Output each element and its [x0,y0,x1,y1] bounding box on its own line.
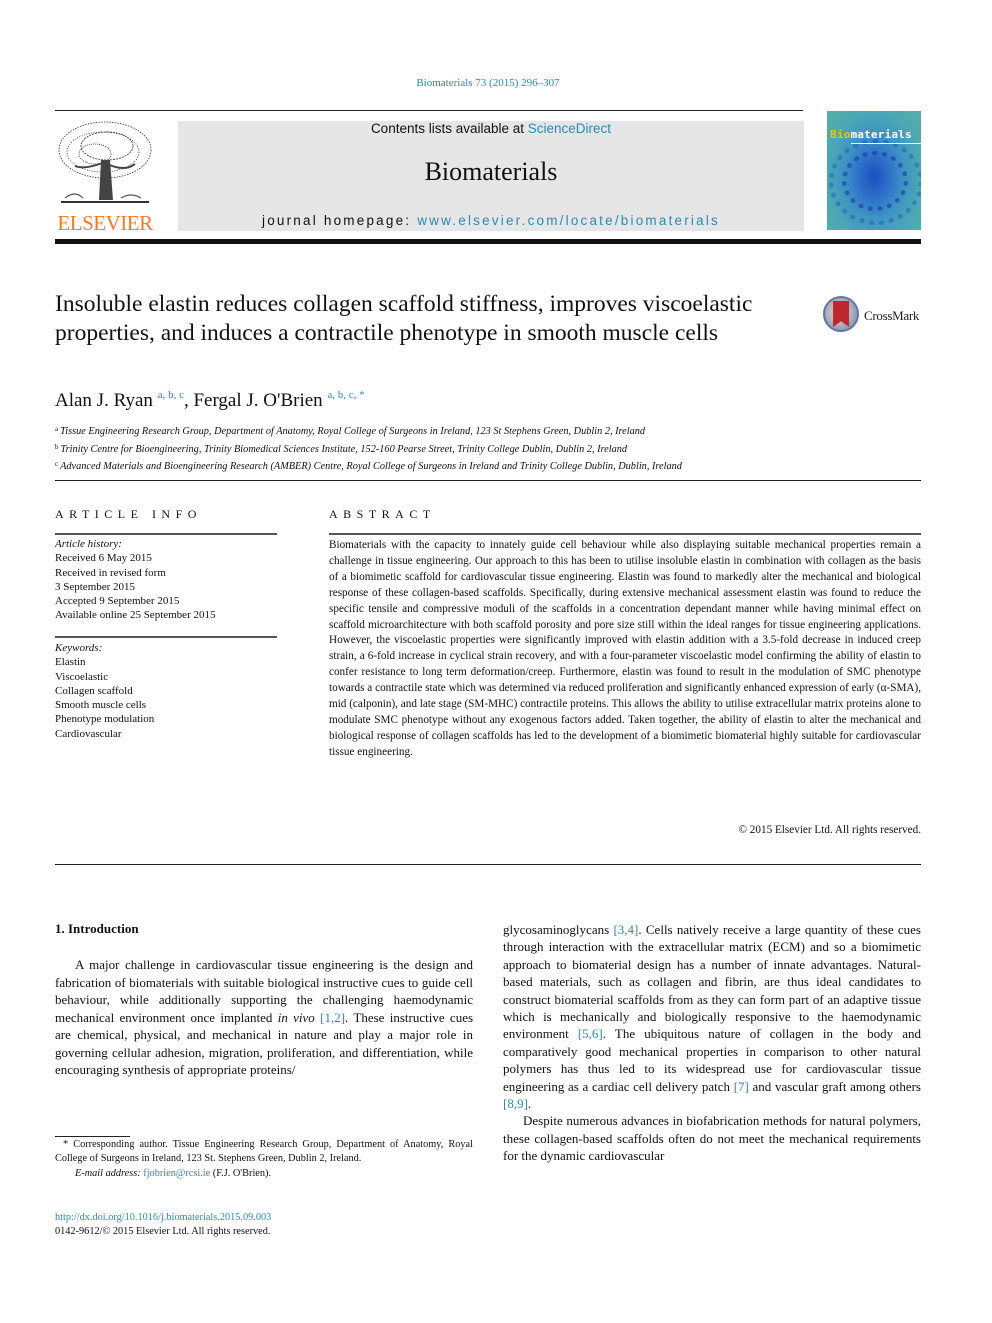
history-item: Accepted 9 September 2015 [55,595,180,608]
journal-banner: Contents lists available at ScienceDirec… [178,121,804,231]
issn-copyright: 0142-9612/© 2015 Elsevier Ltd. All right… [55,1226,271,1238]
author-list: Alan J. Ryan a, b, c, Fergal J. O'Brien … [55,389,365,412]
reference-link[interactable]: [7] [734,1079,749,1094]
affiliation-text: Advanced Materials and Bioengineering Re… [60,461,682,473]
abstract-text: Biomaterials with the capacity to innate… [329,539,921,758]
history-label: Article history: [55,538,122,550]
sciencedirect-link[interactable]: ScienceDirect [528,121,611,136]
keywords: Keywords: Elastin Viscoelastic Collagen … [55,641,277,741]
keyword-item: Cardiovascular [55,727,122,740]
article-title: Insoluble elastin reduces collagen scaff… [55,291,753,346]
abstract-copyright: © 2015 Elsevier Ltd. All rights reserved… [738,824,922,836]
author-name[interactable]: Fergal J. O'Brien [193,390,322,411]
corresponding-author-footnote: * Corresponding author. Tissue Engineeri… [55,1138,473,1181]
body-text: glycosaminoglycans [503,922,614,937]
keywords-label: Keywords: [55,642,103,654]
affiliation-key: a [55,425,59,433]
history-item: Received in revised form [55,566,166,579]
body-paragraph: glycosaminoglycans [3,4]. Cells natively… [503,921,921,1112]
section-heading-introduction: 1. Introduction [55,921,139,936]
keyword-item: Phenotype modulation [55,713,155,726]
abstract-heading: ABSTRACT [329,507,436,521]
footnote-rule [55,1136,130,1137]
journal-cover-thumbnail[interactable]: Biomaterials [827,111,921,230]
body-paragraph: Despite numerous advances in biofabricat… [503,1113,921,1164]
affiliation-text: Trinity Centre for Bioengineering, Trini… [60,443,628,455]
doi-link[interactable]: http://dx.doi.org/10.1016/j.biomaterials… [55,1211,271,1225]
affiliation-item: a Tissue Engineering Research Group, Depa… [55,422,915,440]
reference-link[interactable]: [5,6] [578,1026,603,1041]
abstract-rule [329,533,921,535]
affiliation-key: b [55,442,59,451]
section-rule [55,480,921,481]
keyword-item: Smooth muscle cells [55,699,147,712]
email-suffix: (F.J. O'Brien). [210,1167,272,1179]
homepage-line: journal homepage: www.elsevier.com/locat… [178,213,804,228]
elsevier-tree-icon [58,121,152,203]
affiliation-key: c [55,460,59,469]
email-link[interactable]: fjobrien@rcsi.ie [143,1168,210,1179]
reference-link[interactable]: [8,9] [503,1096,528,1111]
section-rule [55,864,921,865]
keyword-item: Elastin [55,656,86,669]
affiliation-text: Tissue Engineering Research Group, Depar… [60,426,646,437]
body-text-italic: in vivo [277,1009,315,1025]
homepage-prefix: journal homepage: [262,213,418,228]
affiliation-item: c Advanced Materials and Bioengineering R… [55,457,915,475]
reference-link[interactable]: [1,2] [320,1010,345,1025]
journal-citation-link[interactable]: Biomaterials 73 (2015) 296–307 [0,77,976,89]
body-column-right: glycosaminoglycans [3,4]. Cells natively… [503,921,921,1165]
article-history: Article history: Received 6 May 2015 Rec… [55,537,277,623]
reference-link[interactable]: [3,4] [613,922,638,937]
crossmark-label: CrossMark [864,308,920,323]
email-line: E-mail address: fjobrien@rcsi.ie (F.J. O… [55,1167,473,1181]
keyword-item: Collagen scaffold [55,684,133,697]
contents-line: Contents lists available at ScienceDirec… [178,121,804,136]
header-rule [55,110,803,111]
elsevier-logo[interactable]: ELSEVIER [55,120,155,235]
body-paragraph: A major challenge in cardiovascular tiss… [55,956,473,1079]
author-affiliation-links[interactable]: a, b, c, * [327,389,364,401]
header-thick-rule [55,239,921,244]
article-info-rule [55,533,277,535]
body-text: and vascular graft among others [748,1078,921,1094]
corresponding-author-text: * Corresponding author. Tissue Engineeri… [55,1139,473,1165]
cover-title: Biomaterials [830,128,912,141]
contents-prefix: Contents lists available at [370,121,528,136]
affiliation-item: b Trinity Centre for Bioengineering, Trin… [55,440,915,458]
article-info-heading: ARTICLE INFO [55,507,202,521]
email-label: E-mail address: [75,1167,144,1179]
crossmark-button[interactable]: CrossMark [823,296,933,336]
history-item: 3 September 2015 [55,580,136,593]
article-info-rule [55,636,277,638]
author-affiliation-links[interactable]: a, b, c [158,389,184,401]
affiliations: a Tissue Engineering Research Group, Depa… [55,422,915,475]
body-column-left: A major challenge in cardiovascular tiss… [55,956,473,1079]
body-text: . [527,1096,532,1112]
journal-homepage-link[interactable]: www.elsevier.com/locate/biomaterials [417,213,720,228]
elsevier-wordmark: ELSEVIER [57,211,153,235]
history-item: Available online 25 September 2015 [55,609,216,622]
keyword-item: Viscoelastic [55,670,109,683]
history-item: Received 6 May 2015 [55,552,152,565]
cover-rule [851,143,921,144]
body-text: . Cells natively receive a large quantit… [503,922,921,1042]
journal-name: Biomaterials [424,157,558,186]
author-name[interactable]: Alan J. Ryan [55,390,153,411]
doi-block: http://dx.doi.org/10.1016/j.biomaterials… [55,1211,271,1240]
cover-pattern [829,139,921,225]
